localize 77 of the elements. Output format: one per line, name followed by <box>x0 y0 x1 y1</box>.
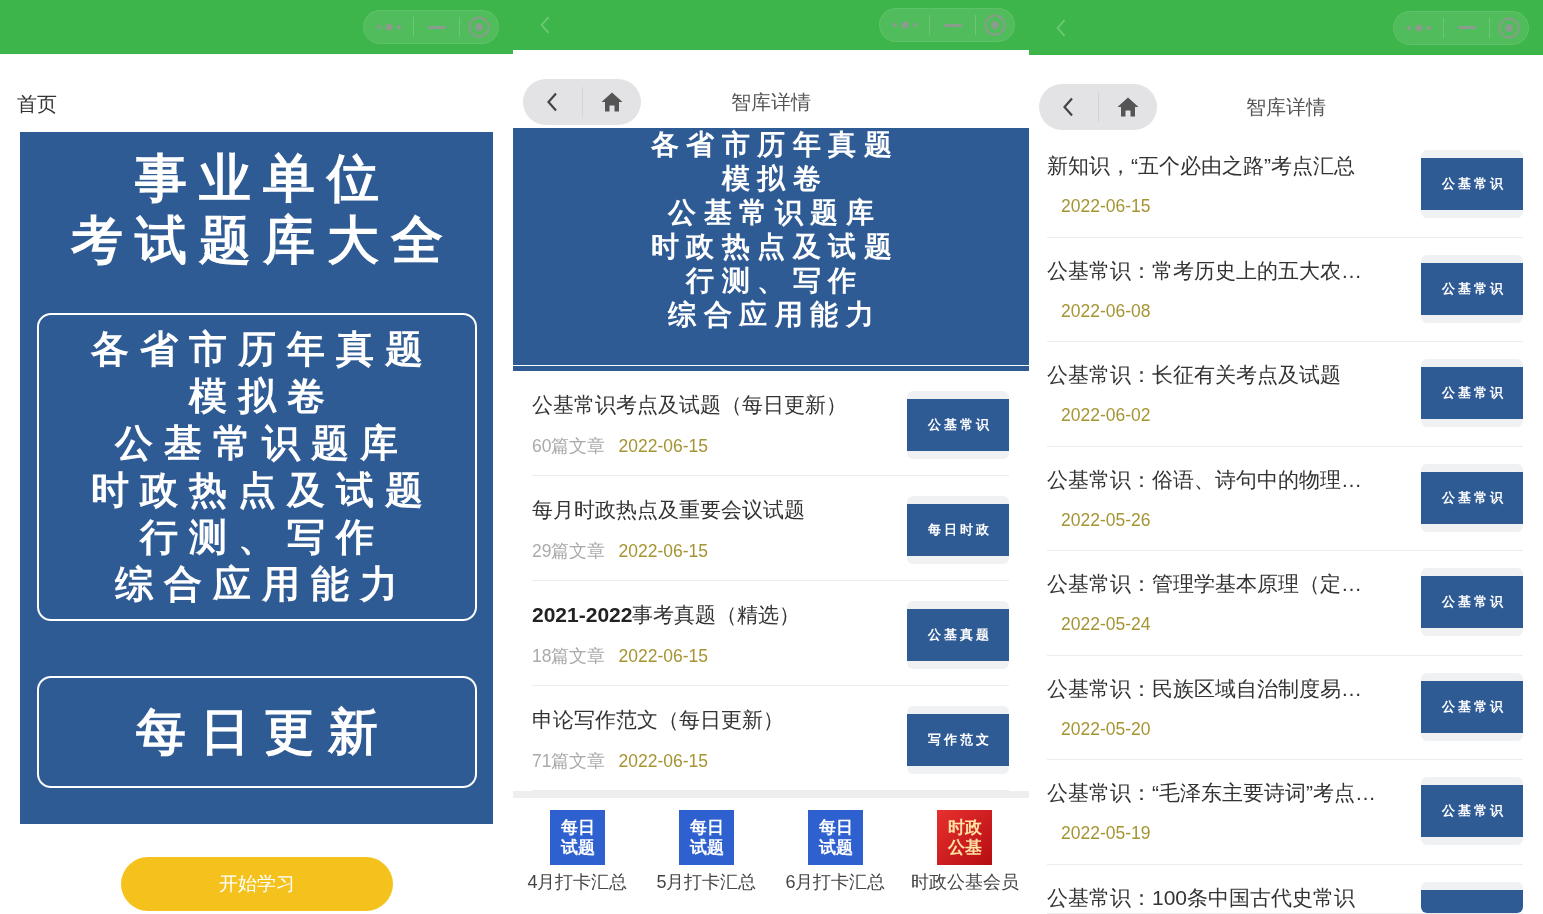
home-icon[interactable] <box>600 92 623 112</box>
thumbnail-tile: 公基常识 <box>1421 150 1523 218</box>
banner-text: 各省市历年真题 <box>650 128 899 162</box>
minus-icon[interactable] <box>427 25 446 29</box>
article-title[interactable]: 2021-2022事考真题（精选） <box>532 602 801 628</box>
update-date: 2022-05-20 <box>1061 717 1151 740</box>
banner-text: 综合应用能力 <box>668 298 882 332</box>
page-title: 智库详情 <box>731 90 811 114</box>
thumbnail-tile: 公基常识 <box>1421 254 1523 323</box>
article-title[interactable]: 公基常识：常考历史上的五大农… <box>1047 257 1362 284</box>
shortcut-label[interactable]: 5月打卡汇总 <box>656 871 757 893</box>
article-title[interactable]: 公基常识：“毛泽东主要诗词”考点… <box>1047 780 1376 806</box>
shortcut-tile[interactable]: 每日试题 <box>550 810 605 865</box>
thumbnail-tile: 公基真题 <box>907 601 1009 669</box>
target-icon[interactable] <box>984 14 1006 36</box>
article-count: 71篇文章 <box>532 750 606 772</box>
thumbnail-tile: 公基常识 <box>1421 777 1523 845</box>
update-date: 2022-06-15 <box>618 435 708 457</box>
more-icon[interactable] <box>891 21 918 29</box>
back-icon[interactable] <box>1062 97 1075 117</box>
target-icon[interactable] <box>1498 16 1520 39</box>
article-title[interactable]: 每月时政热点及重要会议试题 <box>532 497 805 523</box>
update-date: 2022-05-19 <box>1061 822 1151 844</box>
update-date: 2022-06-02 <box>1061 404 1151 426</box>
update-date: 2022-05-24 <box>1061 613 1151 635</box>
article-title[interactable]: 公基常识：俗语、诗句中的物理… <box>1047 466 1362 493</box>
home-icon[interactable] <box>1116 97 1139 117</box>
thumbnail-tile: 每日时政 <box>907 496 1009 564</box>
shortcut-label[interactable]: 时政公基会员 <box>910 871 1019 893</box>
poster-text: 各省市历年真题 <box>90 327 434 372</box>
article-title[interactable]: 公基常识：管理学基本原理（定… <box>1047 571 1362 597</box>
poster-text: 模拟卷 <box>188 374 336 419</box>
shortcut-tile[interactable]: 每日试题 <box>679 810 734 865</box>
minus-icon[interactable] <box>943 23 962 27</box>
thumbnail-tile: 公基常识 <box>907 391 1009 459</box>
article-count: 18篇文章 <box>532 645 606 667</box>
thumbnail-tile: 公基常识 <box>1421 463 1523 532</box>
banner-text: 时政热点及试题 <box>650 230 899 264</box>
article-count: 29篇文章 <box>532 540 606 562</box>
page-title: 智库详情 <box>1246 95 1326 119</box>
poster-text: 公基常识题库 <box>115 421 409 466</box>
poster-headline: 考试题库大全 <box>70 210 455 271</box>
article-title[interactable]: 公基常识：民族区域自治制度易… <box>1047 675 1362 702</box>
update-date: 2022-06-15 <box>618 540 708 562</box>
article-count: 60篇文章 <box>532 435 606 457</box>
shortcut-tile[interactable]: 每日试题 <box>808 810 863 865</box>
article-title[interactable]: 公基常识考点及试题（每日更新） <box>532 392 847 418</box>
shortcut-tile[interactable]: 时政公基 <box>937 810 992 865</box>
shortcut-label[interactable]: 4月打卡汇总 <box>527 871 628 893</box>
poster-text: 综合应用能力 <box>115 562 409 607</box>
article-title[interactable]: 公基常识：100条中国古代史常识 <box>1047 884 1356 911</box>
article-title[interactable]: 公基常识：长征有关考点及试题 <box>1047 362 1341 388</box>
target-icon[interactable] <box>468 16 490 38</box>
article-title[interactable]: 申论写作范文（每日更新） <box>532 707 784 733</box>
page-title: 首页 <box>17 92 57 116</box>
poster-headline: 事业单位 <box>134 148 391 209</box>
shortcut-label[interactable]: 6月打卡汇总 <box>785 871 886 893</box>
update-date: 2022-06-15 <box>618 750 708 772</box>
poster-text: 时政热点及试题 <box>90 468 434 513</box>
update-date: 2022-06-15 <box>1061 195 1151 217</box>
article-title[interactable]: 新知识，“五个必由之路”考点汇总 <box>1047 153 1355 179</box>
banner-text: 公基常识题库 <box>668 196 882 230</box>
thumbnail-tile: 公基常识 <box>1421 359 1523 427</box>
thumbnail-tile: 公基常识 <box>1421 568 1523 636</box>
update-date: 2022-06-08 <box>1061 299 1151 322</box>
update-date: 2022-06-15 <box>618 645 708 667</box>
back-icon[interactable] <box>546 92 559 112</box>
more-icon[interactable] <box>1405 23 1432 32</box>
banner-text: 行测、写作 <box>686 264 864 298</box>
banner-text: 模拟卷 <box>721 162 828 196</box>
poster-text: 行测、写作 <box>139 515 385 560</box>
thumbnail-tile: 公基常识 <box>1421 672 1523 741</box>
update-date: 2022-05-26 <box>1061 508 1151 531</box>
poster-tagline: 每日更新 <box>135 703 392 762</box>
minus-icon[interactable] <box>1457 26 1476 29</box>
more-icon[interactable] <box>375 23 402 31</box>
thumbnail-tile: 写作范文 <box>907 706 1009 774</box>
